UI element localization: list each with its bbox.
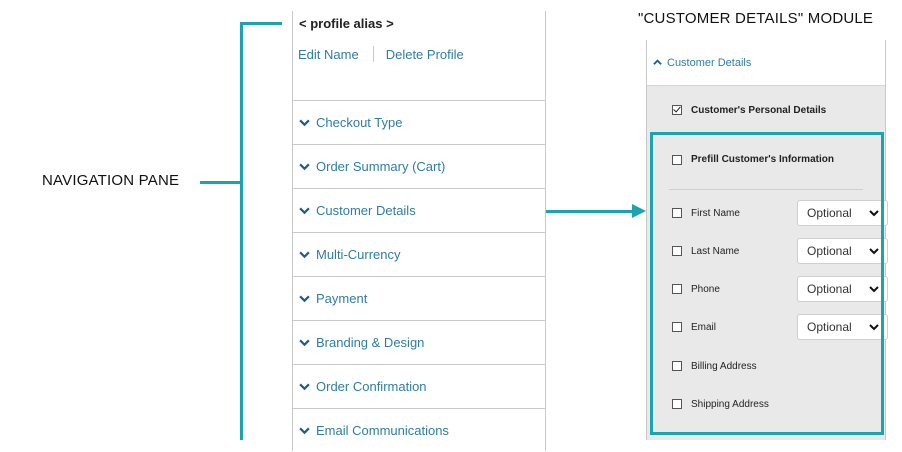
arrow-head-icon — [632, 204, 646, 218]
profile-actions: Edit Name Delete Profile — [298, 46, 464, 62]
chevron-down-icon — [299, 295, 310, 303]
last-name-row: Last Name Optional — [672, 238, 888, 264]
chevron-down-icon — [299, 251, 310, 259]
chevron-down-icon — [299, 119, 310, 127]
chevron-down-icon — [869, 210, 879, 217]
billing-address-label: Billing Address — [691, 360, 757, 372]
chevron-down-icon — [869, 324, 879, 331]
first-name-label: First Name — [691, 207, 740, 219]
first-name-checkbox[interactable] — [672, 208, 682, 218]
personal-details-row: Customer's Personal Details — [647, 86, 885, 134]
module-header-label: Customer Details — [667, 56, 752, 69]
nav-item-branding-design[interactable]: Branding & Design — [293, 320, 545, 364]
email-checkbox[interactable] — [672, 322, 682, 332]
pointer-line — [200, 181, 242, 184]
chevron-down-icon — [299, 163, 310, 171]
first-name-row: First Name Optional — [672, 200, 888, 226]
prefill-row: Prefill Customer's Information — [672, 154, 834, 165]
module-annotation: "CUSTOMER DETAILS" MODULE — [638, 10, 874, 27]
customer-details-module: Customer Details Customer's Personal Det… — [646, 40, 888, 440]
nav-item-order-summary[interactable]: Order Summary (Cart) — [293, 144, 545, 188]
select-value: Optional — [807, 206, 852, 220]
module-header[interactable]: Customer Details — [647, 40, 885, 86]
last-name-select[interactable]: Optional — [797, 238, 888, 264]
nav-item-label: Customer Details — [316, 203, 416, 218]
module-body: Prefill Customer's Information First Nam… — [647, 134, 888, 440]
nav-item-label: Email Communications — [316, 423, 449, 438]
personal-details-label: Customer's Personal Details — [691, 104, 827, 116]
nav-item-label: Order Summary (Cart) — [316, 159, 446, 174]
chevron-down-icon — [299, 207, 310, 215]
bracket-line — [240, 22, 243, 440]
chevron-up-icon — [653, 59, 662, 65]
nav-item-label: Multi-Currency — [316, 247, 401, 262]
edit-name-link[interactable]: Edit Name — [298, 47, 359, 62]
select-value: Optional — [807, 282, 852, 296]
profile-alias: < profile alias > — [299, 16, 394, 31]
navigation-pane: < profile alias > Edit Name Delete Profi… — [292, 11, 546, 451]
email-label: Email — [691, 321, 717, 333]
personal-details-checkbox[interactable] — [672, 105, 682, 115]
shipping-address-row: Shipping Address — [672, 391, 872, 417]
divider — [669, 189, 863, 190]
shipping-address-checkbox[interactable] — [672, 399, 682, 409]
chevron-down-icon — [299, 339, 310, 347]
shipping-address-label: Shipping Address — [691, 398, 769, 410]
select-value: Optional — [807, 244, 852, 258]
nav-item-label: Order Confirmation — [316, 379, 427, 394]
email-select[interactable]: Optional — [797, 314, 888, 340]
navigation-pane-annotation: NAVIGATION PANE — [42, 172, 180, 189]
bracket-top-line — [240, 22, 282, 25]
billing-address-row: Billing Address — [672, 353, 872, 379]
last-name-checkbox[interactable] — [672, 246, 682, 256]
nav-item-customer-details[interactable]: Customer Details — [293, 188, 545, 232]
chevron-down-icon — [869, 248, 879, 255]
nav-item-email-communications[interactable]: Email Communications — [293, 408, 545, 452]
chevron-down-icon — [299, 427, 310, 435]
prefill-label: Prefill Customer's Information — [691, 154, 834, 165]
phone-label: Phone — [691, 283, 720, 295]
nav-item-label: Payment — [316, 291, 368, 306]
phone-row: Phone Optional — [672, 276, 888, 302]
chevron-down-icon — [299, 383, 310, 391]
nav-item-multi-currency[interactable]: Multi-Currency — [293, 232, 545, 276]
nav-item-label: Checkout Type — [316, 115, 403, 130]
first-name-select[interactable]: Optional — [797, 200, 888, 226]
phone-checkbox[interactable] — [672, 284, 682, 294]
select-value: Optional — [807, 320, 852, 334]
last-name-label: Last Name — [691, 245, 740, 257]
billing-address-checkbox[interactable] — [672, 361, 682, 371]
divider — [372, 46, 374, 62]
nav-item-payment[interactable]: Payment — [293, 276, 545, 320]
chevron-down-icon — [869, 286, 879, 293]
nav-item-label: Branding & Design — [316, 335, 425, 350]
email-row: Email Optional — [672, 314, 888, 340]
nav-item-checkout-type[interactable]: Checkout Type — [293, 100, 545, 144]
phone-select[interactable]: Optional — [797, 276, 888, 302]
nav-item-order-confirmation[interactable]: Order Confirmation — [293, 364, 545, 408]
delete-profile-link[interactable]: Delete Profile — [386, 47, 464, 62]
prefill-checkbox[interactable] — [672, 154, 682, 165]
